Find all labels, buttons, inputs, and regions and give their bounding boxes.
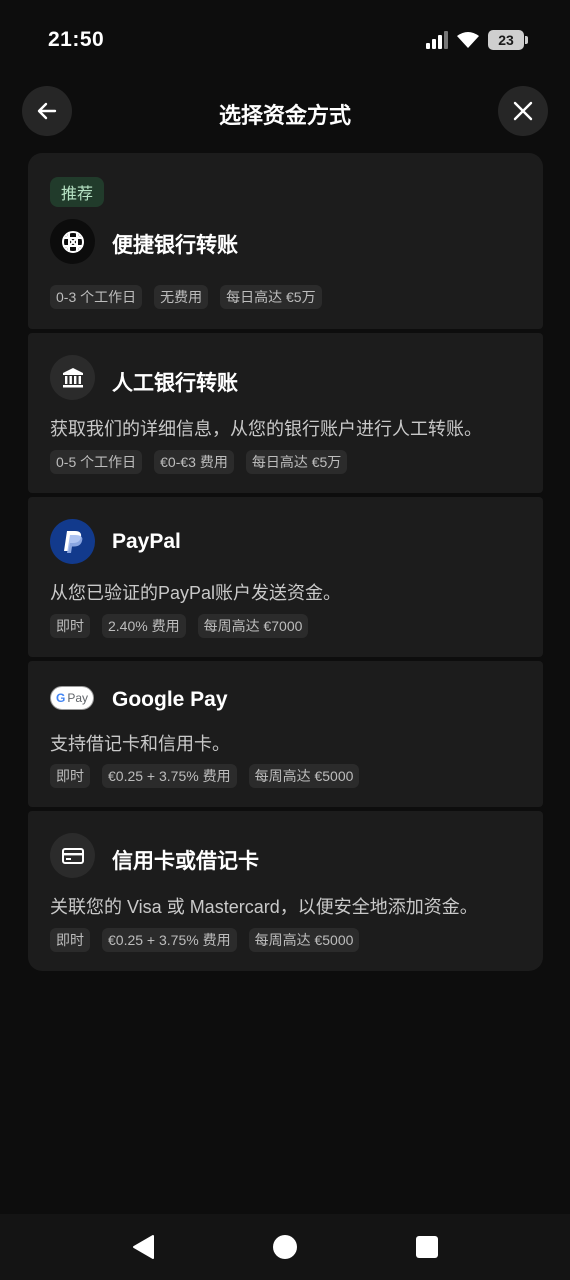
credit-card-icon: [50, 833, 95, 878]
bank-icon: [50, 355, 95, 400]
method-chips: 即时 €0.25 + 3.75% 费用 每周高达 €5000: [50, 928, 360, 952]
close-icon: [513, 101, 533, 121]
square-recents-icon: [416, 1236, 438, 1258]
speed-chip: 即时: [50, 764, 90, 788]
method-title: Google Pay: [112, 688, 228, 711]
limit-chip: 每周高达 €5000: [248, 764, 360, 788]
speed-chip: 即时: [50, 928, 90, 952]
google-g-letter: G: [55, 691, 66, 705]
triangle-back-icon: [133, 1235, 154, 1259]
page-title: 选择资金方式: [218, 103, 351, 128]
battery-icon: 23: [488, 30, 528, 50]
fee-chip: 无费用: [154, 285, 209, 309]
duration-chip: 0-3 个工作日: [50, 285, 143, 309]
method-description: 获取我们的详细信息，从您的银行账户进行人工转账。: [50, 419, 482, 439]
status-bar: 21:50 23: [0, 0, 570, 80]
header: 选择资金方式: [0, 86, 570, 138]
wifi-icon: [457, 32, 479, 48]
nav-home-button[interactable]: [272, 1234, 298, 1260]
circle-home-icon: [273, 1235, 297, 1259]
limit-chip: 每周高达 €5000: [248, 928, 360, 952]
method-card-easy-bank-transfer[interactable]: 推荐 便捷银行转账 0-3 个工作日 无费用 每日高达 €5万: [28, 153, 543, 329]
method-card-manual-bank-transfer[interactable]: 人工银行转账 获取我们的详细信息，从您的银行账户进行人工转账。 0-5 个工作日…: [28, 333, 543, 493]
close-button[interactable]: [498, 86, 548, 136]
fee-chip: €0.25 + 3.75% 费用: [102, 764, 237, 788]
nav-recents-button[interactable]: [414, 1234, 440, 1260]
method-title: 便捷银行转账: [112, 234, 238, 257]
status-time: 21:50: [48, 28, 105, 51]
paypal-icon: [50, 519, 95, 564]
method-chips: 0-5 个工作日 €0-€3 费用 每日高达 €5万: [50, 450, 348, 474]
method-title: PayPal: [112, 530, 181, 553]
limit-chip: 每日高达 €5万: [220, 285, 322, 309]
method-description: 从您已验证的PayPal账户发送资金。: [50, 583, 342, 603]
fee-chip: 2.40% 费用: [102, 614, 186, 638]
method-title: 人工银行转账: [112, 372, 238, 395]
method-chips: 0-3 个工作日 无费用 每日高达 €5万: [50, 285, 322, 309]
fee-chip: €0-€3 费用: [154, 450, 234, 474]
recommended-badge: 推荐: [50, 177, 105, 207]
fee-chip: €0.25 + 3.75% 费用: [102, 928, 237, 952]
signal-icon: [426, 31, 448, 49]
open-banking-icon: [50, 219, 95, 264]
method-chips: 即时 2.40% 费用 每周高达 €7000: [50, 614, 309, 638]
battery-level: 23: [498, 32, 514, 48]
speed-chip: 即时: [50, 614, 90, 638]
google-pay-word: Pay: [67, 691, 89, 705]
limit-chip: 每周高达 €7000: [197, 614, 309, 638]
method-description: 关联您的 Visa 或 Mastercard，以便安全地添加资金。: [50, 897, 478, 917]
method-title: 信用卡或借记卡: [112, 850, 259, 873]
duration-chip: 0-5 个工作日: [50, 450, 143, 474]
method-description: 支持借记卡和信用卡。: [50, 734, 230, 754]
limit-chip: 每日高达 €5万: [245, 450, 348, 474]
method-card-credit-card[interactable]: 信用卡或借记卡 关联您的 Visa 或 Mastercard，以便安全地添加资金…: [28, 811, 543, 971]
method-card-paypal[interactable]: PayPal 从您已验证的PayPal账户发送资金。 即时 2.40% 费用 每…: [28, 497, 543, 657]
method-chips: 即时 €0.25 + 3.75% 费用 每周高达 €5000: [50, 764, 360, 788]
status-icons: 23: [426, 30, 528, 50]
google-pay-icon: G Pay: [50, 686, 94, 710]
nav-back-button[interactable]: [130, 1234, 156, 1260]
system-nav-bar: [0, 1214, 570, 1280]
method-card-google-pay[interactable]: G Pay Google Pay 支持借记卡和信用卡。 即时 €0.25 + 3.…: [28, 661, 543, 807]
